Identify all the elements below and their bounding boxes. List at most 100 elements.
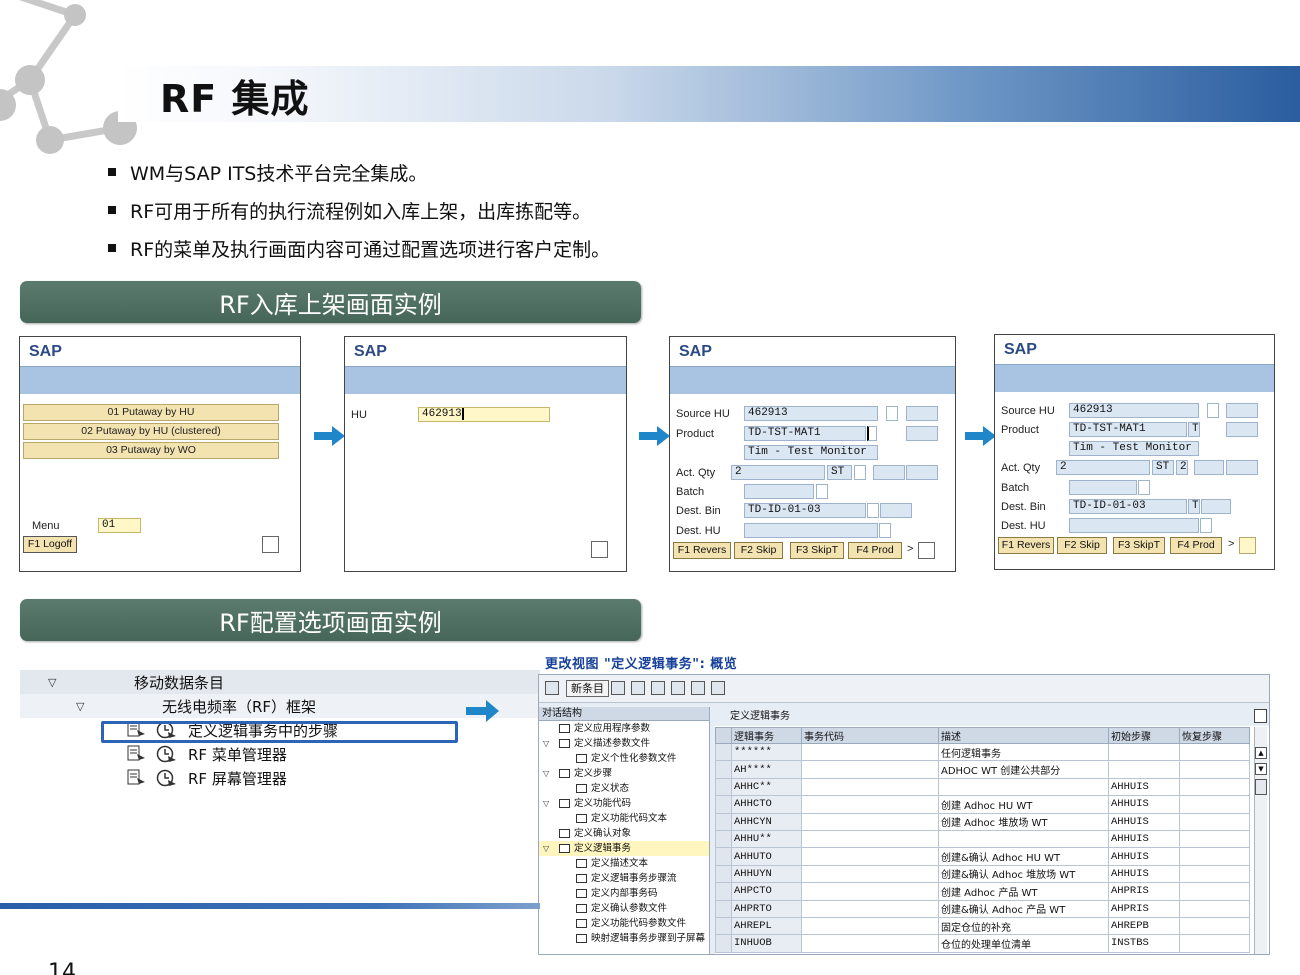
product-extra[interactable]: TI (1188, 422, 1200, 437)
initial-step-cell[interactable] (1108, 760, 1180, 779)
recovery-step-cell[interactable] (1179, 916, 1250, 936)
column-header[interactable]: 恢复步骤 (1179, 727, 1250, 744)
menu-item-putaway-hu-clustered[interactable]: 02 Putaway by HU (clustered) (23, 423, 279, 440)
description-cell[interactable] (938, 777, 1109, 797)
initial-step-cell[interactable]: AHHUIS (1108, 847, 1180, 866)
dialog-structure-item[interactable]: ▽ 定义描述参数文件 (539, 736, 709, 751)
more-indicator[interactable]: > (907, 543, 913, 555)
batch-field[interactable] (1069, 480, 1137, 495)
dialog-structure-item[interactable]: 定义个性化参数文件 (539, 751, 709, 766)
enter-checkbox[interactable] (262, 536, 279, 553)
row-selector[interactable] (715, 847, 732, 866)
scroll-thumb[interactable] (1255, 779, 1267, 795)
more-indicator[interactable]: > (1228, 538, 1234, 550)
initial-step-cell[interactable]: AHHUIS (1108, 812, 1180, 831)
description-cell[interactable]: 创建&确认 Adhoc HU WT (938, 847, 1109, 866)
table-row[interactable]: AHPCTO 创建 Adhoc 产品 WT AHPRIS (715, 882, 1250, 901)
dialog-structure-item[interactable]: ▽ 定义逻辑事务 (539, 841, 709, 856)
row-selector[interactable] (715, 777, 732, 797)
f4-prod-button[interactable]: F4 Prod (1170, 537, 1222, 554)
recovery-step-cell[interactable] (1179, 777, 1250, 797)
row-selector[interactable] (715, 742, 732, 762)
initial-step-cell[interactable]: AHHUIS (1108, 795, 1180, 814)
description-cell[interactable]: 仓位的处理单位清单 (938, 934, 1109, 953)
extra-field[interactable] (906, 406, 938, 421)
collapse-triangle-icon[interactable]: ▽ (543, 766, 549, 781)
recovery-step-cell[interactable] (1179, 864, 1250, 884)
enter-checkbox[interactable] (591, 541, 608, 558)
transaction-code-cell[interactable] (801, 795, 939, 814)
extra-field[interactable] (873, 465, 905, 480)
extra-field[interactable] (1194, 460, 1224, 475)
edit-icon[interactable] (545, 681, 559, 695)
initial-step-cell[interactable]: AHPRIS (1108, 899, 1180, 918)
logical-transaction-cell[interactable]: INHUOB (731, 934, 802, 953)
new-entries-button[interactable]: 新条目 (566, 680, 609, 697)
dialog-structure-item[interactable]: 定义描述文本 (539, 856, 709, 871)
logical-transaction-cell[interactable]: AHHUTO (731, 847, 802, 866)
table-row[interactable]: AHHCTO 创建 Adhoc HU WT AHHUIS (715, 795, 1250, 814)
dialog-structure-item[interactable]: 定义功能代码参数文件 (539, 916, 709, 931)
row-selector[interactable] (715, 882, 732, 901)
transaction-code-cell[interactable] (801, 916, 939, 936)
copy-icon[interactable] (611, 681, 625, 695)
transaction-code-cell[interactable] (801, 847, 939, 866)
dialog-structure-item[interactable]: 定义状态 (539, 781, 709, 796)
description-cell[interactable]: 创建&确认 Adhoc 堆放场 WT (938, 864, 1109, 884)
extra-field[interactable] (906, 426, 938, 441)
recovery-step-cell[interactable] (1179, 829, 1250, 849)
enter-checkbox[interactable] (1239, 537, 1256, 554)
tree-node-mobile-data[interactable]: ▽ 移动数据条目 (20, 670, 540, 694)
f3-skipt-button[interactable]: F3 SkipT (1113, 537, 1165, 554)
dest-bin-extra[interactable]: TI (1188, 499, 1200, 514)
source-hu-field[interactable]: 462913 (1069, 403, 1199, 418)
logoff-button[interactable]: F1 Logoff (23, 536, 77, 553)
transaction-code-cell[interactable] (801, 777, 939, 797)
dest-hu-field[interactable] (744, 523, 878, 538)
product-field[interactable]: TD-TST-MAT1 (1069, 422, 1187, 437)
description-cell[interactable]: ADHOC WT 创建公共部分 (938, 760, 1109, 779)
initial-step-cell[interactable]: AHHUIS (1108, 777, 1180, 797)
logical-transaction-cell[interactable]: AH**** (731, 760, 802, 779)
f3-skipt-button[interactable]: F3 SkipT (790, 542, 844, 559)
description-cell[interactable]: 创建 Adhoc HU WT (938, 795, 1109, 814)
logical-transaction-cell[interactable]: AHPRTO (731, 899, 802, 918)
dest-bin-field[interactable]: TD-ID-01-03 (744, 503, 866, 518)
dest-hu-field[interactable] (1069, 518, 1199, 533)
logical-transaction-cell[interactable]: AHHU** (731, 829, 802, 849)
row-selector[interactable] (715, 829, 732, 849)
recovery-step-cell[interactable] (1179, 760, 1250, 779)
transaction-code-cell[interactable] (801, 864, 939, 884)
table-row[interactable]: AH**** ADHOC WT 创建公共部分 (715, 760, 1250, 779)
extra-field[interactable] (1226, 403, 1258, 418)
collapse-triangle-icon[interactable]: ▽ (543, 796, 549, 811)
uom-field[interactable]: ST (1152, 460, 1174, 475)
recovery-step-cell[interactable] (1179, 795, 1250, 814)
column-header[interactable]: 事务代码 (801, 727, 939, 744)
initial-step-cell[interactable]: AHHUIS (1108, 829, 1180, 849)
transaction-code-cell[interactable] (801, 812, 939, 831)
row-selector[interactable] (715, 899, 732, 918)
tree-node-rf-screen-manager[interactable]: RF 屏幕管理器 (20, 766, 540, 790)
extra-field[interactable] (906, 465, 938, 480)
description-cell[interactable]: 任何逻辑事务 (938, 742, 1109, 762)
logical-transaction-cell[interactable]: AHHC** (731, 777, 802, 797)
dialog-structure-item[interactable]: 定义内部事务码 (539, 886, 709, 901)
enter-checkbox[interactable] (918, 542, 935, 559)
logical-transaction-cell[interactable]: AHHUYN (731, 864, 802, 884)
description-cell[interactable] (938, 829, 1109, 849)
initial-step-cell[interactable] (1108, 742, 1180, 762)
table-settings-icon[interactable] (1254, 709, 1267, 723)
initial-step-cell[interactable]: AHPRIS (1108, 882, 1180, 901)
delete-icon[interactable] (631, 681, 645, 695)
description-cell[interactable]: 创建&确认 Adhoc 产品 WT (938, 899, 1109, 918)
f2-skip-button[interactable]: F2 Skip (1057, 537, 1107, 554)
collapse-triangle-icon[interactable]: ▽ (543, 841, 549, 856)
scroll-up-icon[interactable]: ▲ (1255, 747, 1267, 759)
transaction-code-cell[interactable] (801, 760, 939, 779)
logical-transaction-cell[interactable]: AHHCTO (731, 795, 802, 814)
recovery-step-cell[interactable] (1179, 812, 1250, 831)
collapse-triangle-icon[interactable]: ▽ (76, 700, 84, 713)
source-hu-field[interactable]: 462913 (744, 406, 878, 421)
select-all-header[interactable] (715, 727, 732, 744)
